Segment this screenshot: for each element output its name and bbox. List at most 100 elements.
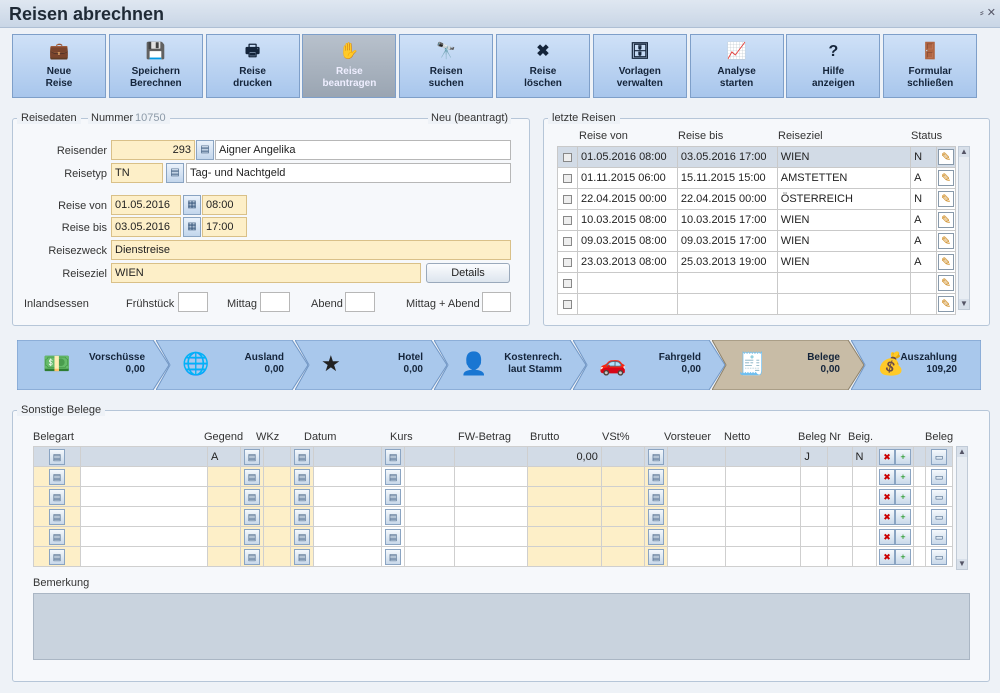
- lookup-icon[interactable]: ▤: [294, 528, 311, 545]
- add-row-icon[interactable]: +: [894, 508, 911, 525]
- kurs-cell[interactable]: [404, 446, 455, 467]
- step-5[interactable]: 🧾 Belege 0,00: [712, 340, 864, 390]
- beig-cell[interactable]: [851, 546, 878, 567]
- lookup-icon[interactable]: ▤: [243, 508, 260, 525]
- belegnr-cell[interactable]: J: [800, 446, 828, 467]
- edit-pencil-icon[interactable]: ✎: [937, 191, 954, 207]
- step-6[interactable]: 💰 Auszahlung 109,20: [851, 340, 981, 390]
- lookup-icon[interactable]: ▤: [243, 548, 260, 565]
- lookup-icon[interactable]: ▤: [49, 548, 66, 565]
- document-icon[interactable]: ▭: [931, 548, 948, 565]
- reisetyp-text-field[interactable]: Tag- und Nachtgeld: [186, 163, 511, 183]
- lookup-icon[interactable]: ▤: [294, 468, 311, 485]
- belegnr-cell[interactable]: [800, 466, 828, 487]
- table-row[interactable]: ▤ ▤ ▤ ▤ ▤ ✖ + ▭: [32, 486, 953, 507]
- gegend-cell[interactable]: [206, 506, 241, 527]
- datum-cell[interactable]: [313, 506, 382, 527]
- delete-row-icon[interactable]: ✖: [878, 488, 895, 505]
- belege-scrollbar[interactable]: ▲ ▼: [956, 446, 968, 570]
- belegart-cell[interactable]: [80, 486, 208, 507]
- lookup-icon[interactable]: ▤: [294, 488, 311, 505]
- edit-pencil-icon[interactable]: ✎: [937, 275, 954, 291]
- mittag-field[interactable]: [260, 292, 290, 312]
- datum-cell[interactable]: [313, 546, 382, 567]
- lookup-icon[interactable]: ▤: [385, 488, 402, 505]
- fw-betrag-cell[interactable]: [453, 546, 529, 567]
- add-row-icon[interactable]: +: [894, 548, 911, 565]
- add-row-icon[interactable]: +: [894, 488, 911, 505]
- toolbar-button-5[interactable]: ✖ Reise löschen: [496, 34, 590, 98]
- table-row[interactable]: ▤ ▤ ▤ ▤ ▤ ✖ + ▭: [32, 546, 953, 567]
- edit-pencil-icon[interactable]: ✎: [937, 212, 954, 228]
- table-row[interactable]: ✎: [557, 272, 957, 294]
- abend-field[interactable]: [345, 292, 375, 312]
- window-controls[interactable]: ⸗ ✕: [980, 6, 996, 19]
- kurs-cell[interactable]: [404, 546, 455, 567]
- reisender-nr-field[interactable]: 293: [111, 140, 195, 160]
- table-row[interactable]: ▤ ▤ ▤ ▤ ▤ ✖ + ▭: [32, 466, 953, 487]
- row-checkbox[interactable]: [562, 152, 572, 162]
- beleg-nr2-cell[interactable]: [826, 526, 853, 547]
- table-row[interactable]: ▤ ▤ ▤ ▤ ▤ ✖ + ▭: [32, 506, 953, 527]
- delete-row-icon[interactable]: ✖: [878, 548, 895, 565]
- lookup-icon[interactable]: ▤: [49, 488, 66, 505]
- step-3[interactable]: 👤 Kostenrech. laut Stamm: [434, 340, 586, 390]
- delete-row-icon[interactable]: ✖: [878, 508, 895, 525]
- edit-pencil-icon[interactable]: ✎: [937, 233, 954, 249]
- lookup-icon[interactable]: ▤: [385, 468, 402, 485]
- table-row[interactable]: 01.05.2016 08:00 03.05.2016 17:00 WIEN N ✎: [557, 146, 957, 168]
- brutto-cell[interactable]: [527, 546, 602, 567]
- letzte-reisen-scrollbar[interactable]: ▲ ▼: [958, 146, 970, 310]
- toolbar-button-8[interactable]: ? Hilfe anzeigen: [786, 34, 881, 98]
- step-2[interactable]: ★ Hotel 0,00: [295, 340, 447, 390]
- vst-cell[interactable]: [600, 506, 645, 527]
- lookup-icon[interactable]: ▤: [294, 548, 311, 565]
- delete-row-icon[interactable]: ✖: [878, 528, 895, 545]
- fw-betrag-cell[interactable]: [453, 446, 529, 467]
- delete-row-icon[interactable]: ✖: [878, 468, 895, 485]
- document-icon[interactable]: ▭: [931, 528, 948, 545]
- gegend-cell[interactable]: A: [206, 446, 241, 467]
- bemerkung-field[interactable]: [33, 593, 970, 660]
- edit-pencil-icon[interactable]: ✎: [937, 296, 954, 312]
- toolbar-button-2[interactable]: 🖶 Reise drucken: [205, 34, 300, 98]
- table-row[interactable]: 01.11.2015 06:00 15.11.2015 15:00 AMSTETTE…: [557, 167, 957, 189]
- kurs-cell[interactable]: [404, 486, 455, 507]
- row-checkbox[interactable]: [562, 257, 572, 267]
- beleg-nr2-cell[interactable]: [826, 546, 853, 567]
- document-icon[interactable]: ▭: [931, 468, 948, 485]
- document-icon[interactable]: ▭: [931, 508, 948, 525]
- lookup-icon[interactable]: ▤: [49, 468, 66, 485]
- reisezweck-field[interactable]: Dienstreise: [111, 240, 511, 260]
- add-row-icon[interactable]: +: [894, 528, 911, 545]
- beig-cell[interactable]: [851, 486, 878, 507]
- lookup-icon[interactable]: ▤: [243, 488, 260, 505]
- belegnr-cell[interactable]: [800, 486, 828, 507]
- brutto-cell[interactable]: [527, 506, 602, 527]
- table-row[interactable]: 10.03.2015 08:00 10.03.2015 17:00 WIEN A ✎: [557, 209, 957, 231]
- row-checkbox[interactable]: [562, 215, 572, 225]
- reiseziel-field[interactable]: WIEN: [111, 263, 421, 283]
- belegart-cell[interactable]: [80, 446, 208, 467]
- lookup-icon[interactable]: ▤: [648, 448, 665, 465]
- add-row-icon[interactable]: +: [894, 468, 911, 485]
- reisender-lookup-button[interactable]: ▤: [196, 140, 214, 160]
- details-button[interactable]: Details: [426, 263, 510, 283]
- kurs-cell[interactable]: [404, 506, 455, 527]
- vst-cell[interactable]: [600, 466, 645, 487]
- vst-cell[interactable]: [600, 546, 645, 567]
- edit-pencil-icon[interactable]: ✎: [937, 170, 954, 186]
- toolbar-button-3[interactable]: ✋ Reise beantragen: [302, 34, 397, 98]
- table-row[interactable]: 23.03.2013 08:00 25.03.2013 19:00 WIEN A ✎: [557, 251, 957, 273]
- toolbar-button-6[interactable]: 🗄 Vorlagen verwalten: [592, 34, 687, 98]
- lookup-icon[interactable]: ▤: [385, 448, 402, 465]
- lookup-icon[interactable]: ▤: [648, 528, 665, 545]
- beig-cell[interactable]: [851, 466, 878, 487]
- table-row[interactable]: ▤ ▤ ▤ ▤ ▤ ✖ + ▭: [32, 526, 953, 547]
- lookup-icon[interactable]: ▤: [648, 548, 665, 565]
- scroll-down-icon[interactable]: ▼: [959, 299, 969, 309]
- toolbar-button-9[interactable]: 🚪 Formular schließen: [883, 34, 978, 98]
- lookup-icon[interactable]: ▤: [49, 448, 66, 465]
- belegnr-cell[interactable]: [800, 526, 828, 547]
- beleg-nr2-cell[interactable]: [826, 446, 853, 467]
